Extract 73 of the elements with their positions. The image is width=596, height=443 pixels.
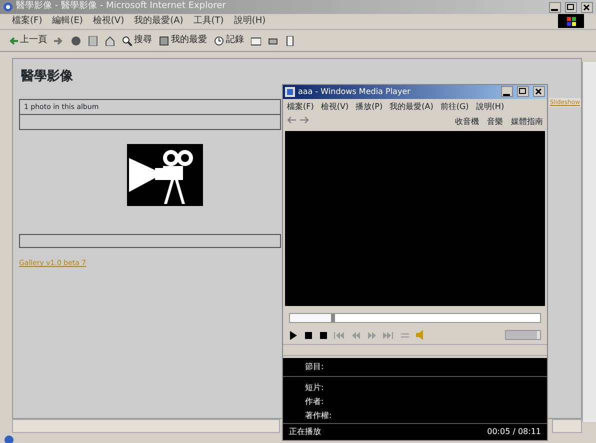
seek-thumb[interactable] [290,314,335,322]
search-icon [122,36,132,46]
media-player-icon [285,86,295,97]
previous-icon [334,330,345,340]
minimize-icon [502,94,511,96]
vertical-scrollbar[interactable] [582,62,596,422]
info-label: 著作權: [305,410,332,422]
speaker-icon [416,330,424,340]
menu-item[interactable]: 我的最愛(A) [390,100,434,113]
forward-button[interactable] [54,36,64,46]
horizontal-scrollbar[interactable] [12,419,280,433]
forward-arrow-icon [300,116,309,124]
menu-item[interactable]: 編輯(E) [52,14,83,28]
menu-item[interactable]: 說明(H) [476,100,504,113]
menu-item[interactable]: 檔案(F) [287,100,314,113]
info-label: 節目: [305,361,324,373]
page-heading: 醫學影像 [21,68,74,86]
window-title: 醫學影像 - 醫學影像 - Microsoft Internet Explorer [16,0,226,14]
close-icon [534,87,543,96]
menu-item[interactable]: 播放(P) [356,100,383,113]
edit-button[interactable] [285,36,295,46]
info-label: 作者: [305,396,324,408]
minimize-icon [550,9,559,11]
stop-icon [71,36,81,46]
player-link[interactable]: 音樂 [487,116,503,128]
play-button[interactable] [289,330,298,340]
ie-logo-icon [3,2,13,12]
menu-item[interactable]: 檢視(V) [320,100,349,113]
menu-item[interactable]: 前往(G) [440,100,469,113]
fast-forward-icon [367,330,377,340]
player-title: aaa - Windows Media Player [298,86,410,98]
refresh-button[interactable] [88,36,98,46]
playback-time: 00:05 / 08:11 [487,426,541,438]
rewind-icon [351,330,361,340]
scrollbar-end[interactable] [552,419,582,433]
menu-item[interactable]: 檔案(F) [12,14,42,28]
maximize-button[interactable] [517,86,529,98]
windows-logo-icon [558,14,584,28]
ie-page-icon [4,435,14,443]
page-icon [88,36,98,46]
history-button[interactable]: 記錄 [214,34,244,48]
close-button[interactable] [581,2,593,12]
play-icon [289,330,298,340]
back-arrow-icon [8,36,18,46]
next-icon [383,330,394,340]
document-icon [285,36,295,46]
maximize-icon [518,87,527,96]
seek-bar[interactable] [289,313,541,324]
player-link[interactable]: 媒體指南 [511,116,543,128]
menu-item[interactable]: 我的最愛(A) [134,14,184,28]
stop-icon [319,330,328,340]
forward-arrow-icon [54,36,64,46]
back-arrow-icon [287,116,296,124]
search-button[interactable]: 搜尋 [122,34,152,48]
info-label: 短片: [305,382,324,394]
close-button[interactable] [533,86,545,98]
maximize-button[interactable] [565,2,577,12]
menu-item[interactable]: 說明(H) [234,14,266,28]
home-button[interactable] [105,36,115,46]
minimize-button[interactable] [549,2,561,12]
minimize-button[interactable] [501,86,513,98]
playback-status: 正在播放 [289,426,321,438]
volume-slider[interactable] [505,330,541,340]
maximize-icon [566,2,575,12]
favorites-button[interactable]: 我的最愛 [159,34,207,48]
back-button[interactable]: 上一頁 [8,34,47,48]
stop-button[interactable] [319,330,328,340]
home-icon [105,36,115,46]
menu-item[interactable]: 檢視(V) [92,14,124,28]
player-link[interactable]: 收音機 [455,116,479,128]
close-icon [582,2,591,12]
menu-item[interactable]: 工具(T) [193,14,224,28]
clock-icon [214,36,224,46]
